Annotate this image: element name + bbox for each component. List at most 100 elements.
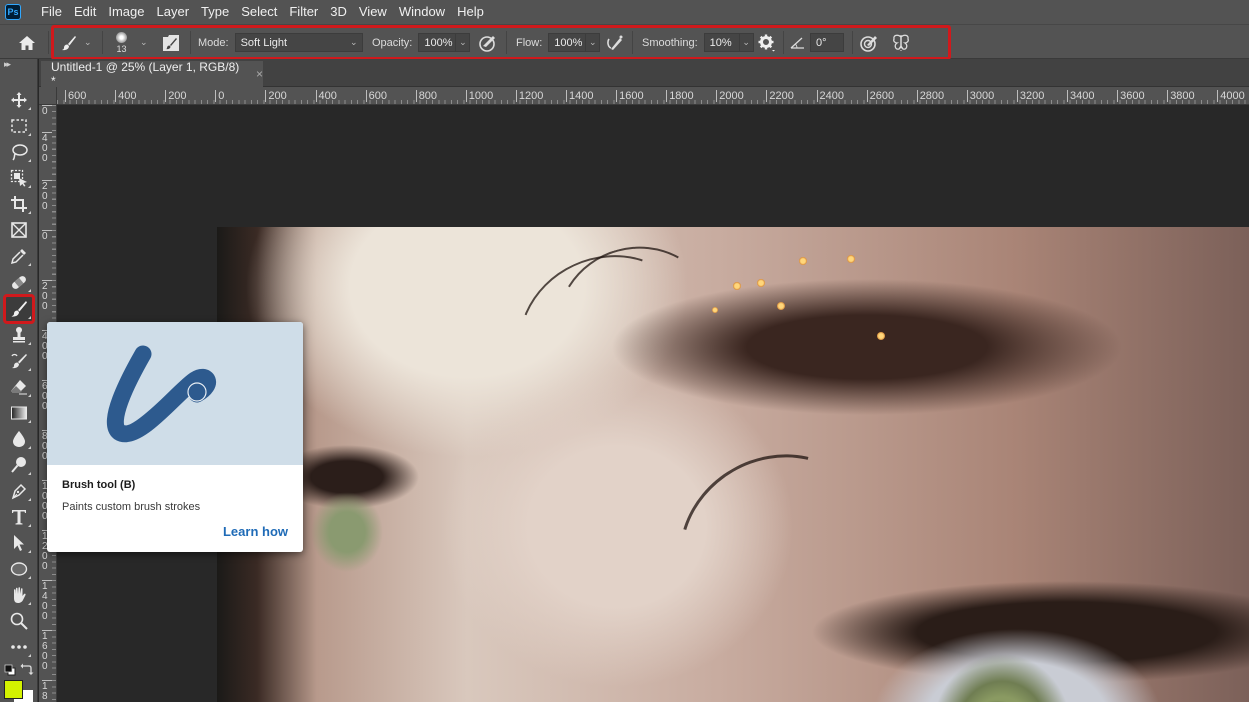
menu-view[interactable]: View (353, 0, 393, 24)
pressure-opacity-button[interactable] (478, 25, 498, 60)
smoothing-slider-toggle[interactable]: ⌄ (739, 33, 754, 52)
brush-preset-picker[interactable]: 13 (116, 25, 127, 60)
menu-layer[interactable]: Layer (151, 0, 196, 24)
home-button[interactable] (18, 25, 36, 60)
divider (190, 31, 191, 54)
menu-3d[interactable]: 3D (324, 0, 353, 24)
flow-control: Flow: 100% ⌄ (516, 25, 601, 60)
edit-toolbar-button[interactable] (6, 635, 32, 659)
smoothing-options-button[interactable] (758, 25, 776, 60)
tooltip-preview (47, 322, 303, 465)
glitter-sparkle (712, 307, 718, 313)
close-icon[interactable]: × (256, 67, 263, 81)
divider (506, 31, 507, 54)
pen-tool[interactable] (6, 479, 32, 503)
opacity-control: Opacity: 100% ⌄ (372, 25, 471, 60)
mode-label: Mode: (198, 36, 229, 49)
opacity-slider-toggle[interactable]: ⌄ (456, 33, 471, 52)
brush-angle-input[interactable]: 0° (810, 33, 844, 52)
mode-select[interactable]: Soft Light ⌄ (234, 33, 363, 52)
ruler-origin[interactable] (39, 87, 57, 105)
history-brush-tool[interactable] (6, 349, 32, 373)
airbrush-button[interactable] (605, 25, 625, 60)
flow-input[interactable]: 100% (548, 33, 587, 52)
ruler-h-label: 0 (215, 90, 224, 102)
butterfly-symmetry-icon (893, 34, 909, 51)
eraser-tool[interactable] (6, 375, 32, 399)
flow-slider-toggle[interactable]: ⌄ (586, 33, 601, 52)
brush-preset-dropdown[interactable]: ⌄ (140, 25, 148, 60)
menu-file[interactable]: File (35, 0, 68, 24)
bandage-icon (12, 276, 26, 289)
hand-tool[interactable] (6, 583, 32, 607)
menu-bar: Ps File Edit Image Layer Type Select Fil… (0, 0, 1249, 24)
ruler-h-label: 2000 (716, 90, 744, 102)
healing-brush-tool[interactable] (6, 270, 32, 294)
eyedropper-tool[interactable] (6, 244, 32, 268)
horizontal-ruler[interactable]: 600 400 200 0 200 400 600 800 1000 1200 1400 1600 18… (57, 87, 1249, 105)
swap-colors-button[interactable] (20, 662, 34, 676)
chevron-down-icon: ⌄ (140, 37, 148, 47)
airbrush-icon (607, 35, 623, 50)
arrow-cursor-icon (14, 535, 24, 551)
brush-tool[interactable] (3, 294, 35, 324)
ruler-h-label: 3400 (1067, 90, 1094, 102)
dodge-tool[interactable] (6, 453, 32, 477)
menu-window[interactable]: Window (393, 0, 451, 24)
opacity-input[interactable]: 100% (418, 33, 457, 52)
hand-icon (14, 587, 26, 603)
glitter-sparkle (799, 257, 807, 265)
menu-filter[interactable]: Filter (283, 0, 324, 24)
marquee-tool[interactable] (6, 114, 32, 138)
ruler-v-label: 18 (42, 680, 52, 702)
ruler-h-label: 600 (365, 90, 387, 102)
chevron-down-icon: ⌄ (350, 37, 358, 47)
path-selection-tool[interactable] (6, 531, 32, 555)
ruler-h-label: 3600 (1117, 90, 1145, 102)
menu-image[interactable]: Image (102, 0, 150, 24)
eye-closeup-image (217, 227, 1249, 702)
symmetry-button[interactable] (891, 25, 911, 60)
lasso-tool[interactable] (6, 140, 32, 164)
brush-cursor-icon (187, 382, 207, 402)
default-colors-button[interactable] (4, 663, 16, 676)
dodge-icon (11, 457, 26, 473)
menu-help[interactable]: Help (451, 0, 490, 24)
photoshop-logo-icon: Ps (5, 4, 21, 20)
zoom-tool[interactable] (6, 609, 32, 633)
learn-how-link[interactable]: Learn how (223, 524, 288, 539)
foreground-color-swatch[interactable] (4, 680, 23, 699)
tool-preset-picker[interactable]: ⌄ (60, 25, 92, 60)
document-tab[interactable]: Untitled-1 @ 25% (Layer 1, RGB/8) * × (41, 60, 263, 88)
history-brush-icon (11, 353, 27, 369)
frame-tool[interactable] (6, 218, 32, 242)
brush-stroke-illustration (106, 345, 216, 443)
droplet-icon (13, 431, 25, 447)
menu-type[interactable]: Type (195, 0, 235, 24)
type-icon (12, 510, 26, 525)
pressure-size-button[interactable] (859, 25, 879, 60)
crop-tool[interactable] (6, 192, 32, 216)
brush-settings-panel-toggle[interactable] (162, 25, 180, 60)
default-colors-icon (4, 664, 16, 676)
angle-icon (790, 37, 804, 49)
clone-stamp-tool[interactable] (6, 323, 32, 347)
blur-tool[interactable] (6, 427, 32, 451)
ruler-v-label: 0 (42, 230, 52, 242)
gradient-tool[interactable] (6, 401, 32, 425)
smoothing-input[interactable]: 10% (703, 33, 740, 52)
ruler-h-label: 400 (115, 90, 136, 102)
ellipse-tool[interactable] (6, 557, 32, 581)
ruler-h-label: 2200 (766, 90, 794, 102)
menu-select[interactable]: Select (235, 0, 283, 24)
menu-edit[interactable]: Edit (68, 0, 102, 24)
tooltip-description: Paints custom brush strokes (62, 501, 201, 513)
frame-icon (11, 222, 27, 238)
type-tool[interactable] (6, 505, 32, 529)
pen-icon (11, 483, 27, 500)
collapse-panel-icon[interactable]: ▸▸ (4, 59, 11, 70)
move-tool[interactable] (6, 88, 32, 112)
opacity-label: Opacity: (372, 36, 413, 49)
chevron-down-icon: ⌄ (84, 37, 92, 47)
object-selection-tool[interactable] (6, 166, 32, 190)
